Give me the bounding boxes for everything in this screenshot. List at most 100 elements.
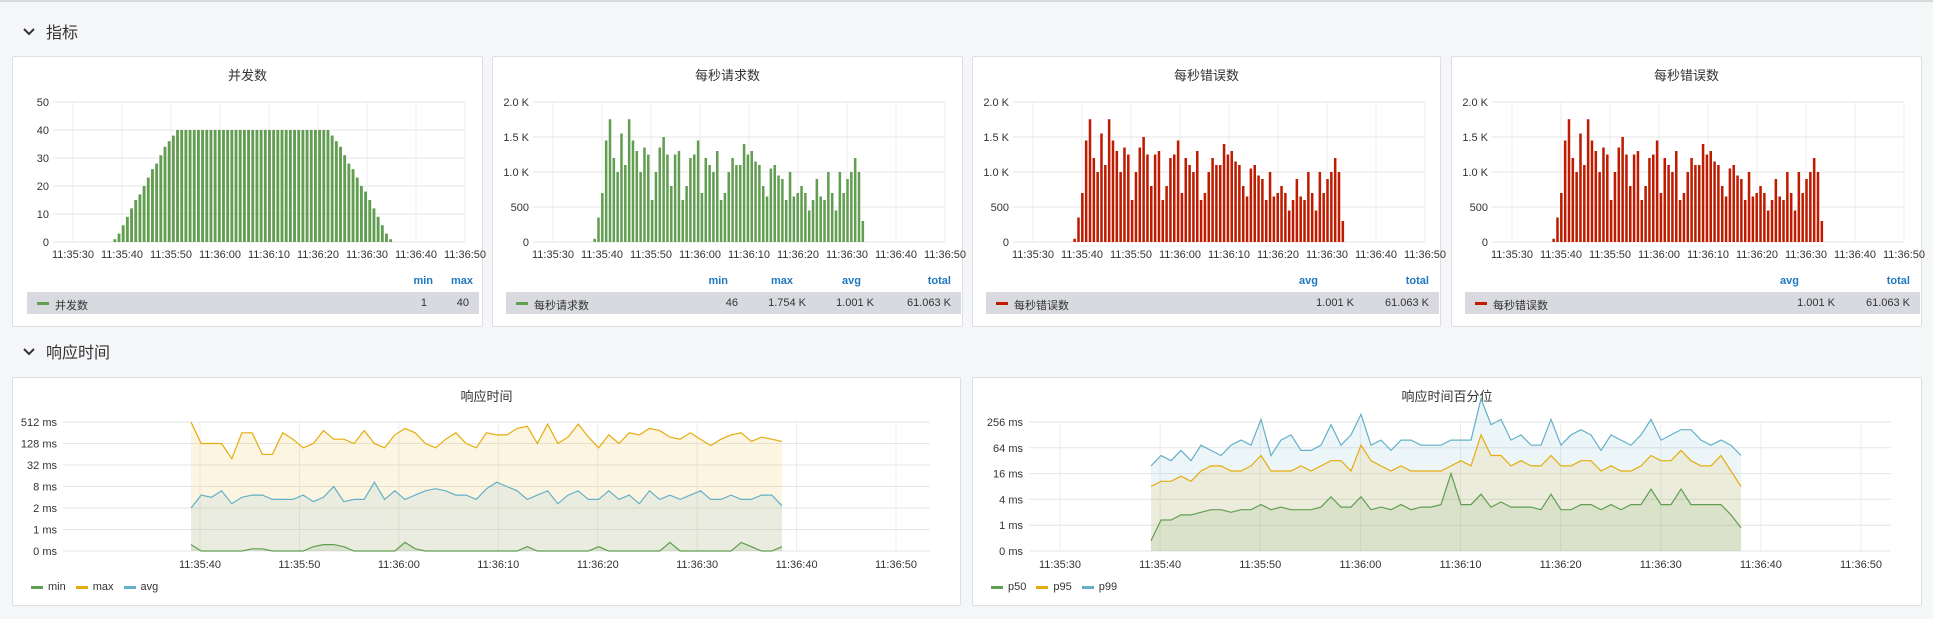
row-header-response-time[interactable]: 响应时间	[20, 339, 110, 363]
bar	[1560, 193, 1563, 242]
bar	[1130, 200, 1134, 242]
bar	[1805, 179, 1808, 242]
bar	[1778, 196, 1781, 242]
x-tick-label: 11:35:50	[278, 559, 320, 571]
bar	[263, 130, 267, 242]
y-tick-label: 2 ms	[33, 503, 57, 515]
legend-value-total: 61.063 K	[1865, 297, 1910, 309]
y-tick-label: 256 ms	[987, 417, 1024, 429]
x-tick-label: 11:36:40	[875, 249, 917, 261]
bar	[1740, 179, 1743, 242]
bar	[1709, 151, 1713, 242]
bar	[1291, 200, 1295, 242]
bar	[284, 130, 288, 242]
legend-col-total: total	[1886, 275, 1910, 287]
legend-row[interactable]: 并发数 1 40	[27, 292, 479, 314]
x-tick-label: 11:35:40	[179, 559, 221, 571]
bar	[230, 130, 234, 242]
bar	[681, 200, 685, 242]
bar	[1755, 193, 1758, 242]
x-tick-label: 11:36:20	[1736, 249, 1778, 261]
bar	[155, 163, 159, 242]
bar	[1184, 158, 1188, 242]
bar	[385, 233, 388, 242]
legend-item-p50[interactable]: p50	[991, 581, 1026, 593]
legend-item-p95[interactable]: p95	[1036, 581, 1072, 593]
legend-swatch	[1475, 302, 1487, 305]
bar	[1663, 158, 1667, 242]
bar	[1801, 193, 1804, 242]
bar	[326, 130, 330, 242]
bar	[1617, 147, 1621, 242]
y-tick-label: 512 ms	[21, 417, 58, 429]
legend-row[interactable]: 每秒错误数 1.001 K 61.063 K	[1465, 292, 1920, 314]
bar	[827, 172, 830, 242]
bar	[1088, 119, 1092, 242]
bar	[142, 186, 146, 242]
bar	[796, 193, 799, 242]
bar	[754, 161, 757, 242]
bar	[662, 137, 665, 242]
area-chart: 0 ms 1 ms 4 ms 16 ms 64 ms 256 ms 11:35:30 11:3…	[987, 396, 1891, 571]
panel-concurrency[interactable]: 并发数 0 10 20 30 40 50 11:35:30 11:35:40 11:35:50 1…	[12, 56, 486, 327]
legend-item-p99[interactable]: p99	[1081, 581, 1117, 593]
y-tick-label: 20	[37, 181, 49, 193]
bar	[305, 130, 309, 242]
x-tick-label: 11:36:30	[1785, 249, 1827, 261]
bar	[1590, 140, 1594, 242]
bar	[1199, 200, 1203, 242]
bar	[1261, 179, 1264, 242]
y-tick-label: 32 ms	[27, 460, 57, 472]
x-tick-label: 11:36:00	[1159, 249, 1201, 261]
bar	[1686, 172, 1690, 242]
bar	[777, 175, 780, 242]
legend-value-avg: 1.001 K	[1316, 297, 1354, 309]
panel-errors-per-second[interactable]: 每秒错误数 0 500 1.0 K 1.5 K 2.0 K 11:35:30 11:35:4…	[972, 56, 1446, 327]
x-tick-label: 11:36:00	[199, 249, 241, 261]
bar	[631, 140, 635, 242]
bar	[1314, 210, 1318, 242]
panel-errors-per-second-2[interactable]: 每秒错误数 0 500 1.0 K 1.5 K 2.0 K 11:35:30 11:35:4…	[1451, 56, 1925, 327]
bar	[1747, 172, 1751, 242]
bar	[1770, 200, 1774, 242]
bar	[1195, 151, 1199, 242]
panel-response-time-percentile[interactable]: 响应时间百分位 0 ms 1 ms 4 ms 16 ms 64 ms 256 ms 11:3…	[972, 377, 1922, 606]
y-tick-label: 1 ms	[33, 525, 57, 537]
x-tick-label: 11:36:10	[1439, 559, 1481, 571]
bar	[1104, 165, 1107, 242]
x-tick-label: 11:36:00	[679, 249, 721, 261]
bar	[781, 179, 784, 242]
x-tick-label: 11:35:40	[1139, 559, 1181, 571]
legend-item-avg[interactable]: avg	[123, 581, 158, 593]
bar	[1337, 172, 1341, 242]
bar	[1674, 151, 1678, 242]
bar	[117, 233, 121, 242]
bar	[1238, 165, 1241, 242]
legend-item-min[interactable]: min	[31, 581, 66, 593]
bar	[1659, 193, 1663, 242]
x-tick-label: 11:35:30	[532, 249, 574, 261]
bar	[719, 200, 723, 242]
row-header-metrics[interactable]: 指标	[20, 19, 78, 43]
bar	[666, 154, 669, 242]
legend-col-max: max	[770, 275, 793, 287]
y-tick-label: 1.0 K	[1462, 167, 1488, 179]
bar	[704, 158, 708, 242]
legend-row[interactable]: 每秒错误数 1.001 K 61.063 K	[986, 292, 1439, 314]
y-tick-label: 500	[1470, 202, 1488, 214]
bar	[1249, 168, 1253, 242]
bar	[1330, 172, 1333, 242]
bar	[259, 130, 263, 242]
panel-requests-per-second[interactable]: 每秒请求数 0 500 1.0 K 1.5 K 2.0 K 11:35:30 11:35:4…	[492, 56, 966, 327]
bar	[1203, 193, 1207, 242]
legend-item-max[interactable]: max	[75, 581, 114, 593]
y-tick-label: 1.0 K	[983, 167, 1009, 179]
bar	[151, 169, 154, 242]
y-tick-label: 2.0 K	[503, 97, 529, 109]
chart-legend: p50 p95 p99	[991, 581, 1127, 593]
bar	[313, 130, 317, 242]
bar	[597, 217, 600, 242]
panel-response-time[interactable]: 响应时间 0 ms 1 ms 2 ms 8 ms 32 ms 128 ms 512 ms 11…	[12, 377, 961, 606]
legend-row[interactable]: 每秒请求数 46 1.754 K 1.001 K 61.063 K	[506, 292, 961, 314]
bar	[731, 158, 734, 242]
